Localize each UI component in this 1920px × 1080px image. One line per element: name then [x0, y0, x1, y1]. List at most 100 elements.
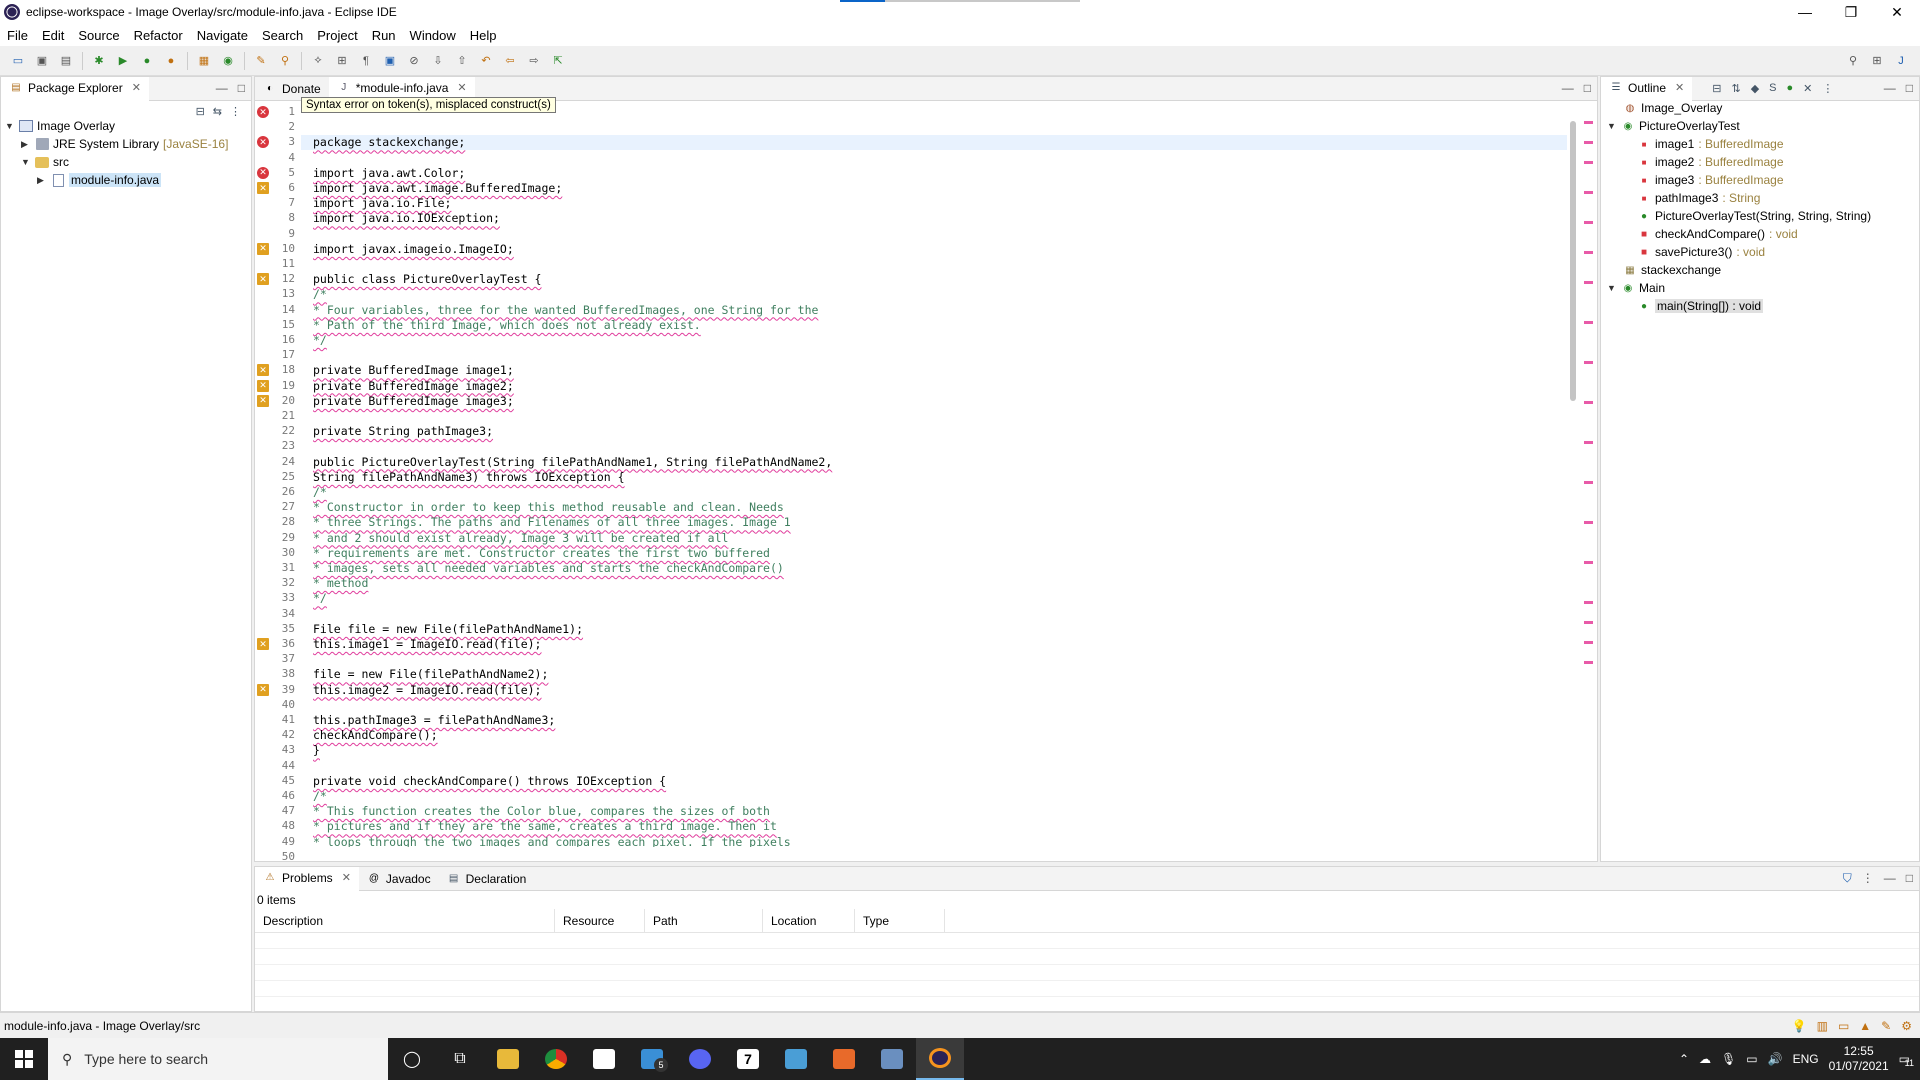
- calculator-icon[interactable]: [772, 1038, 820, 1080]
- error-marker-icon[interactable]: ✕: [257, 379, 269, 392]
- document-icon[interactable]: [820, 1038, 868, 1080]
- error-marker-icon[interactable]: ✕: [257, 182, 269, 194]
- tab-javadoc[interactable]: @ Javadoc: [359, 867, 439, 891]
- column-location[interactable]: Location: [763, 909, 855, 932]
- debug-icon[interactable]: ✱: [90, 53, 108, 69]
- forward-icon[interactable]: ⇨: [525, 53, 543, 69]
- menu-navigate[interactable]: Navigate: [190, 28, 255, 43]
- menu-file[interactable]: File: [0, 28, 35, 43]
- language-indicator[interactable]: ENG: [1793, 1052, 1819, 1066]
- close-icon[interactable]: ✕: [132, 81, 141, 94]
- menu-refactor[interactable]: Refactor: [127, 28, 190, 43]
- column-resource[interactable]: Resource: [555, 909, 645, 932]
- skip-breakpoints-icon[interactable]: ⊘: [405, 53, 423, 69]
- maximize-icon[interactable]: ❐: [1828, 0, 1874, 24]
- search-icon[interactable]: ⚲: [1844, 53, 1862, 69]
- tab-outline[interactable]: ☰ Outline ✕: [1601, 76, 1693, 101]
- hide-static-icon[interactable]: S: [1769, 82, 1776, 95]
- open-perspective-icon[interactable]: ⊞: [1868, 53, 1886, 69]
- outline-item[interactable]: ◍ Image_Overlay: [1607, 99, 1871, 117]
- tab-problems[interactable]: ⚠ Problems ✕: [255, 866, 359, 891]
- tab-declaration[interactable]: ▤ Declaration: [439, 867, 535, 891]
- column-description[interactable]: Description: [255, 909, 555, 932]
- save-all-icon[interactable]: ▤: [57, 53, 75, 69]
- windows-start-icon[interactable]: [0, 1038, 48, 1080]
- overview-marker[interactable]: [1584, 141, 1593, 144]
- error-marker-icon[interactable]: ✕: [257, 683, 269, 696]
- open-type-icon[interactable]: ✎: [252, 53, 270, 69]
- next-annotation-icon[interactable]: ⇩: [429, 53, 447, 69]
- whitespace-icon[interactable]: ¶: [357, 53, 375, 69]
- code-area[interactable]: package stackexchange; import java.awt.Co…: [301, 101, 1567, 847]
- hide-nonpublic-icon[interactable]: ●: [1787, 82, 1794, 95]
- outline-item[interactable]: ▼ ◉ PictureOverlayTest: [1607, 117, 1871, 135]
- onedrive-icon[interactable]: ☁: [1699, 1052, 1711, 1066]
- overview-marker[interactable]: [1584, 161, 1593, 164]
- marketplace-icon[interactable]: ✎: [1881, 1019, 1891, 1033]
- eclipse-taskbar-icon[interactable]: [916, 1038, 964, 1080]
- cortana-icon[interactable]: ◯: [388, 1038, 436, 1080]
- notifications-icon[interactable]: ▭ 11: [1899, 1052, 1914, 1068]
- overview-marker[interactable]: [1584, 191, 1593, 194]
- menu-source[interactable]: Source: [71, 28, 126, 43]
- collapse-all-icon[interactable]: ⊟: [1712, 82, 1721, 95]
- tip-icon[interactable]: 💡: [1792, 1019, 1807, 1033]
- maximize-icon[interactable]: □: [1584, 81, 1591, 95]
- overview-ruler[interactable]: [1581, 101, 1597, 847]
- outline-item[interactable]: ■ savePicture3() : void: [1607, 243, 1871, 261]
- view-menu-icon[interactable]: ⋮: [1822, 82, 1833, 95]
- seven-zip-icon[interactable]: 7: [724, 1038, 772, 1080]
- new-java-project-icon[interactable]: ▦: [195, 53, 213, 69]
- close-icon[interactable]: ✕: [1675, 81, 1684, 94]
- tree-item-jre[interactable]: ▶ JRE System Library [JavaSE-16]: [5, 135, 228, 153]
- new-class-icon[interactable]: ◉: [219, 53, 237, 69]
- clock[interactable]: 12:55 01/07/2021: [1829, 1044, 1889, 1074]
- outline-item[interactable]: ● main(String[]) : void: [1607, 297, 1871, 315]
- volume-icon[interactable]: 🔊: [1768, 1052, 1783, 1066]
- menu-window[interactable]: Window: [403, 28, 463, 43]
- overview-marker[interactable]: [1584, 401, 1593, 404]
- overview-marker[interactable]: [1584, 621, 1593, 624]
- outline-item[interactable]: ■ image3 : BufferedImage: [1607, 171, 1871, 189]
- error-marker-icon[interactable]: ✕: [257, 394, 269, 407]
- settings-icon[interactable]: ⚙: [1901, 1019, 1912, 1033]
- overview-marker[interactable]: [1584, 221, 1593, 224]
- app-icon[interactable]: [868, 1038, 916, 1080]
- chrome-icon[interactable]: [532, 1038, 580, 1080]
- close-icon[interactable]: ✕: [342, 871, 351, 884]
- tab-package-explorer[interactable]: ▤ Package Explorer ✕: [1, 76, 149, 101]
- hide-fields-icon[interactable]: ◆: [1751, 82, 1759, 95]
- outline-item[interactable]: ■ checkAndCompare() : void: [1607, 225, 1871, 243]
- overview-marker[interactable]: [1584, 561, 1593, 564]
- error-marker-icon[interactable]: ✕: [257, 364, 269, 377]
- minimize-icon[interactable]: —: [1782, 0, 1828, 24]
- outline-item[interactable]: ■ image2 : BufferedImage: [1607, 153, 1871, 171]
- chevron-up-icon[interactable]: ⌃: [1679, 1052, 1689, 1066]
- sort-icon[interactable]: ⇅: [1731, 82, 1740, 95]
- toggle-mark-icon[interactable]: ⟡: [309, 53, 327, 69]
- taskbar-search-box[interactable]: ⚲ Type here to search: [48, 1038, 388, 1080]
- menu-run[interactable]: Run: [365, 28, 403, 43]
- maximize-icon[interactable]: □: [1906, 81, 1913, 95]
- prev-annotation-icon[interactable]: ⇧: [453, 53, 471, 69]
- outline-item[interactable]: ● PictureOverlayTest(String, String, Str…: [1607, 207, 1871, 225]
- overview-marker[interactable]: [1584, 361, 1593, 364]
- discord-icon[interactable]: [676, 1038, 724, 1080]
- menu-help[interactable]: Help: [463, 28, 504, 43]
- error-marker-icon[interactable]: ✕: [257, 166, 269, 179]
- overview-marker[interactable]: [1584, 121, 1593, 124]
- news-icon[interactable]: ▭: [1838, 1019, 1849, 1033]
- minimize-icon[interactable]: —: [1562, 81, 1574, 95]
- tasks-icon[interactable]: ▥: [1817, 1019, 1828, 1033]
- pin-editor-icon[interactable]: ⇱: [549, 53, 567, 69]
- minimize-icon[interactable]: —: [1884, 81, 1896, 95]
- hide-local-types-icon[interactable]: ✕: [1803, 82, 1812, 95]
- column-path[interactable]: Path: [645, 909, 763, 932]
- menu-project[interactable]: Project: [310, 28, 364, 43]
- close-icon[interactable]: ✕: [457, 81, 466, 94]
- external-tools-icon[interactable]: ●: [162, 53, 180, 69]
- mail-icon[interactable]: 5: [628, 1038, 676, 1080]
- overview-marker[interactable]: [1584, 321, 1593, 324]
- view-menu-icon[interactable]: ⋮: [1862, 871, 1874, 886]
- overview-marker[interactable]: [1584, 481, 1593, 484]
